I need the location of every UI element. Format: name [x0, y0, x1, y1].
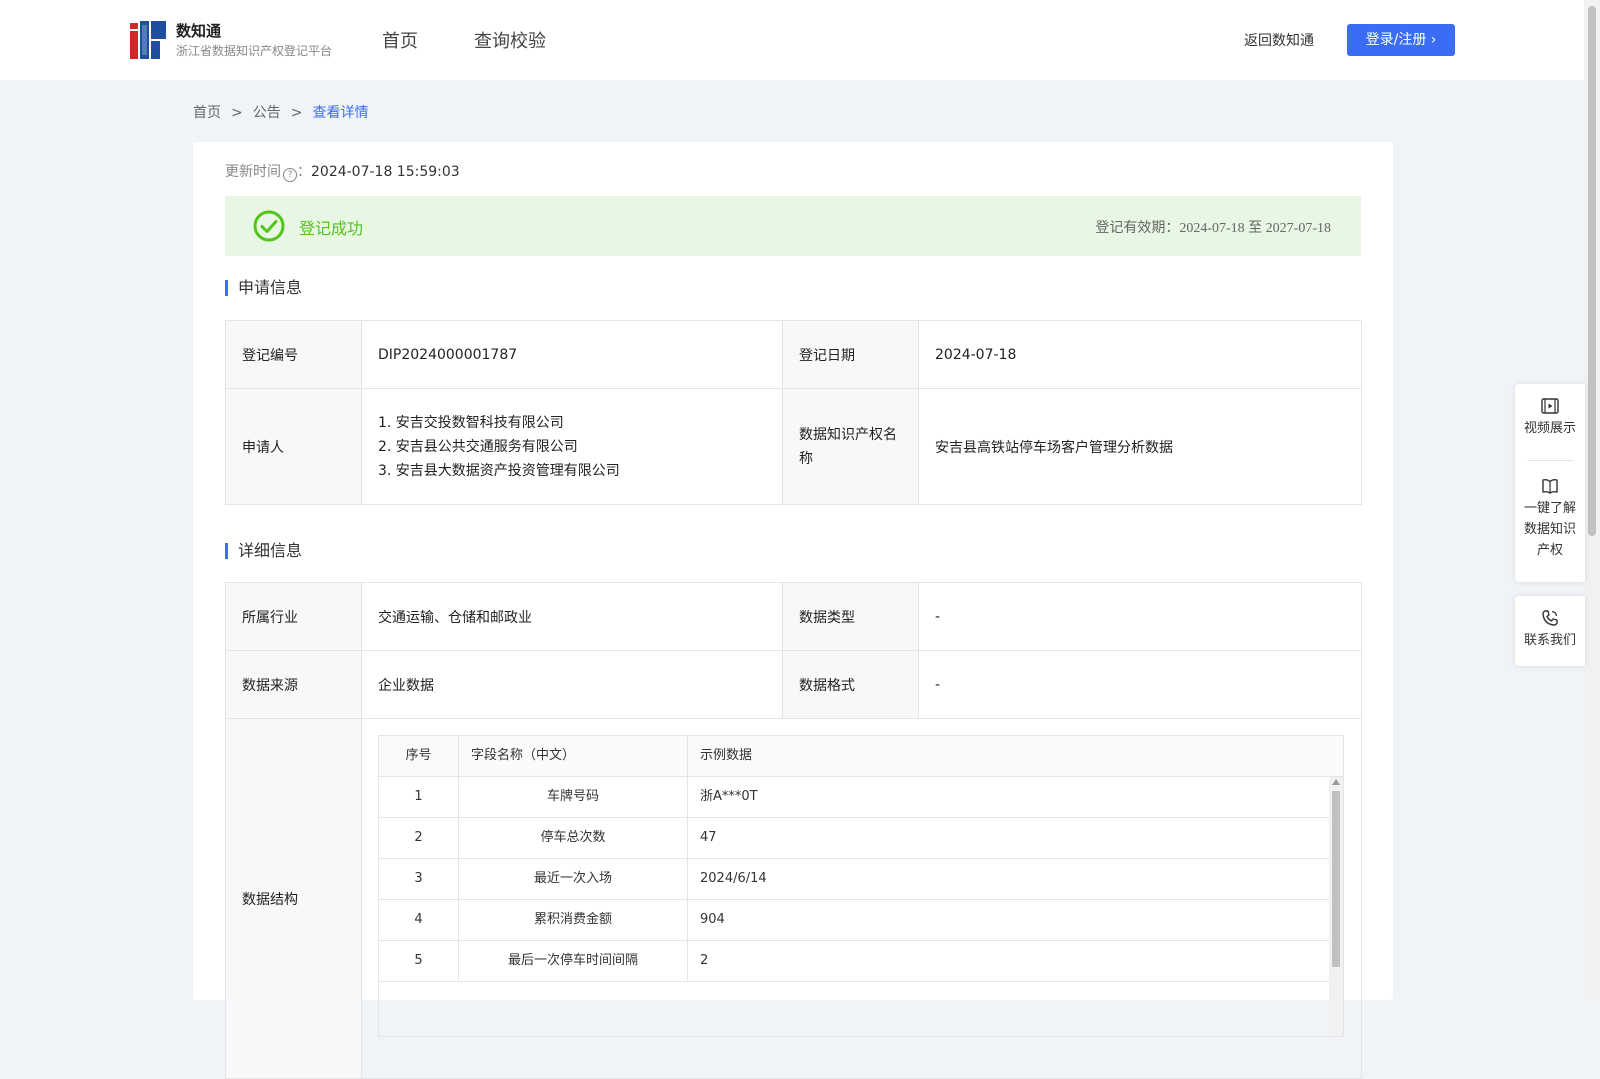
page-scrollbar[interactable] [1584, 0, 1600, 1000]
table-row: 登记编号 DIP2024000001787 登记日期 2024-07-18 [225, 320, 1362, 389]
row-index: 3 [379, 859, 459, 899]
video-icon [1541, 398, 1559, 414]
table-row: 1 车牌号码 浙A***0T [379, 777, 1343, 818]
table-row: 3 最近一次入场 2024/6/14 [379, 859, 1343, 900]
row-sample: 47 [700, 830, 717, 845]
video-showcase-label: 视频展示 [1523, 421, 1576, 436]
data-structure-table: 序号 字段名称（中文） 示例数据 1 车牌号码 浙A***0T 2 停车总次数 … [378, 735, 1344, 1037]
breadcrumb-separator: > [290, 105, 303, 121]
row-field-name: 最后一次停车时间间隔 [459, 941, 688, 981]
row-index: 2 [379, 818, 459, 858]
check-circle-icon [253, 210, 285, 242]
video-showcase-button[interactable]: 视频展示 [1515, 396, 1585, 439]
validity-period: 登记有效期：2024-07-18 至 2027-07-18 [1095, 217, 1331, 237]
validity-label: 登记有效期： [1095, 220, 1180, 236]
industry-value: 交通运输、仓储和邮政业 [361, 582, 783, 651]
detail-info-table: 所属行业 交通运输、仓储和邮政业 数据类型 - 数据来源 企业数据 数据格式 -… [225, 582, 1362, 1079]
validity-value: 2024-07-18 至 2027-07-18 [1179, 221, 1331, 236]
table-row: 4 累积消费金额 904 [379, 900, 1343, 941]
brand-subtitle: 浙江省数据知识产权登记平台 [176, 44, 333, 58]
applicant-item: 1. 安吉交投数智科技有限公司 [378, 414, 564, 431]
learn-data-ip-button[interactable]: 一键了解数据知识产权 [1515, 476, 1585, 561]
reg-no-label: 登记编号 [225, 320, 362, 389]
applicant-item: 3. 安吉县大数据资产投资管理有限公司 [378, 462, 620, 479]
data-format-label: 数据格式 [782, 650, 919, 719]
data-format-value: - [918, 650, 1362, 719]
ip-name-label: 数据知识产权名称 [782, 388, 919, 505]
table-row: 5 最后一次停车时间间隔 2 [379, 941, 1343, 982]
structure-scrollbar-thumb[interactable] [1332, 791, 1340, 967]
row-field-name: 累积消费金额 [459, 900, 688, 940]
book-icon [1542, 479, 1558, 494]
platform-logo-icon[interactable] [130, 21, 166, 59]
detail-card: 更新时间? ：2024-07-18 15:59:03 登记成功 登记有效期：202… [193, 142, 1393, 1079]
update-time-colon: ： [297, 164, 311, 180]
table-row: 申请人 1. 安吉交投数智科技有限公司 2. 安吉县公共交通服务有限公司 3. … [225, 388, 1362, 505]
column-header-sample: 示例数据 [700, 748, 753, 763]
reg-date-value: 2024-07-18 [918, 320, 1362, 389]
column-header-field-name: 字段名称（中文） [459, 736, 688, 776]
ip-name-value: 安吉县高铁站停车场客户管理分析数据 [918, 388, 1362, 505]
help-icon[interactable]: ? [283, 168, 297, 182]
row-field-name: 最近一次入场 [459, 859, 688, 899]
applicant-list: 1. 安吉交投数智科技有限公司 2. 安吉县公共交通服务有限公司 3. 安吉县大… [361, 388, 783, 505]
data-structure-label: 数据结构 [225, 718, 362, 1079]
nav-home[interactable]: 首页 [382, 27, 418, 53]
row-sample: 904 [700, 912, 725, 927]
nav-query-verify[interactable]: 查询校验 [474, 27, 546, 53]
data-structure-header: 序号 字段名称（中文） 示例数据 [379, 736, 1343, 777]
table-row: 数据结构 序号 字段名称（中文） 示例数据 1 车牌号码 浙A***0T 2 停… [225, 718, 1362, 1079]
update-time: 更新时间? ：2024-07-18 15:59:03 [225, 161, 460, 182]
page-scrollbar-thumb[interactable] [1588, 6, 1596, 536]
row-field-name: 停车总次数 [459, 818, 688, 858]
breadcrumb-separator: > [231, 105, 243, 121]
applicant-label: 申请人 [225, 388, 362, 505]
table-row: 数据来源 企业数据 数据格式 - [225, 650, 1362, 719]
reg-no-value: DIP2024000001787 [361, 320, 783, 389]
section-title-detail: 详细信息 [225, 543, 302, 559]
breadcrumb-home[interactable]: 首页 [193, 105, 221, 121]
contact-us-button[interactable]: 联系我们 [1515, 608, 1585, 651]
data-type-value: - [918, 582, 1362, 651]
floating-side-panel: 视频展示 一键了解数据知识产权 [1515, 384, 1585, 582]
reg-date-label: 登记日期 [782, 320, 919, 389]
table-row: 所属行业 交通运输、仓储和邮政业 数据类型 - [225, 582, 1362, 651]
application-info-table: 登记编号 DIP2024000001787 登记日期 2024-07-18 申请… [225, 320, 1362, 505]
row-index: 5 [379, 941, 459, 981]
update-time-label: 更新时间 [225, 164, 281, 180]
back-to-shuzhitong-link[interactable]: 返回数知通 [1244, 30, 1314, 50]
side-divider [1527, 460, 1573, 461]
login-register-button[interactable]: 登录/注册 › [1347, 24, 1455, 56]
section-title-apply: 申请信息 [225, 280, 302, 296]
row-sample: 2024/6/14 [700, 871, 767, 886]
row-sample: 浙A***0T [700, 789, 758, 804]
scroll-up-arrow-icon[interactable] [1332, 779, 1340, 785]
breadcrumb-notice[interactable]: 公告 [253, 105, 281, 121]
row-index: 1 [379, 777, 459, 817]
table-row: 2 停车总次数 47 [379, 818, 1343, 859]
breadcrumb-current: 查看详情 [312, 105, 369, 121]
contact-panel: 联系我们 [1515, 596, 1585, 666]
structure-scrollbar[interactable] [1329, 777, 1343, 1036]
data-source-label: 数据来源 [225, 650, 362, 719]
row-sample: 2 [700, 953, 709, 968]
update-time-value: 2024-07-18 15:59:03 [311, 164, 460, 180]
breadcrumb: 首页 > 公告 > 查看详情 [193, 102, 368, 122]
brand-name: 数知通 [176, 22, 222, 40]
contact-us-label: 联系我们 [1523, 633, 1576, 648]
data-structure-cell: 序号 字段名称（中文） 示例数据 1 车牌号码 浙A***0T 2 停车总次数 … [361, 718, 1362, 1079]
applicant-item: 2. 安吉县公共交通服务有限公司 [378, 438, 578, 455]
top-navbar: 数知通 浙江省数据知识产权登记平台 首页 查询校验 返回数知通 登录/注册 › [0, 0, 1584, 80]
status-banner: 登记成功 登记有效期：2024-07-18 至 2027-07-18 [225, 196, 1361, 256]
phone-icon [1542, 610, 1558, 626]
data-type-label: 数据类型 [782, 582, 919, 651]
row-field-name: 车牌号码 [459, 777, 688, 817]
row-index: 4 [379, 900, 459, 940]
learn-data-ip-label: 一键了解数据知识产权 [1523, 501, 1576, 558]
data-source-value: 企业数据 [361, 650, 783, 719]
industry-label: 所属行业 [225, 582, 362, 651]
column-header-index: 序号 [379, 736, 459, 776]
status-text: 登记成功 [299, 219, 364, 238]
